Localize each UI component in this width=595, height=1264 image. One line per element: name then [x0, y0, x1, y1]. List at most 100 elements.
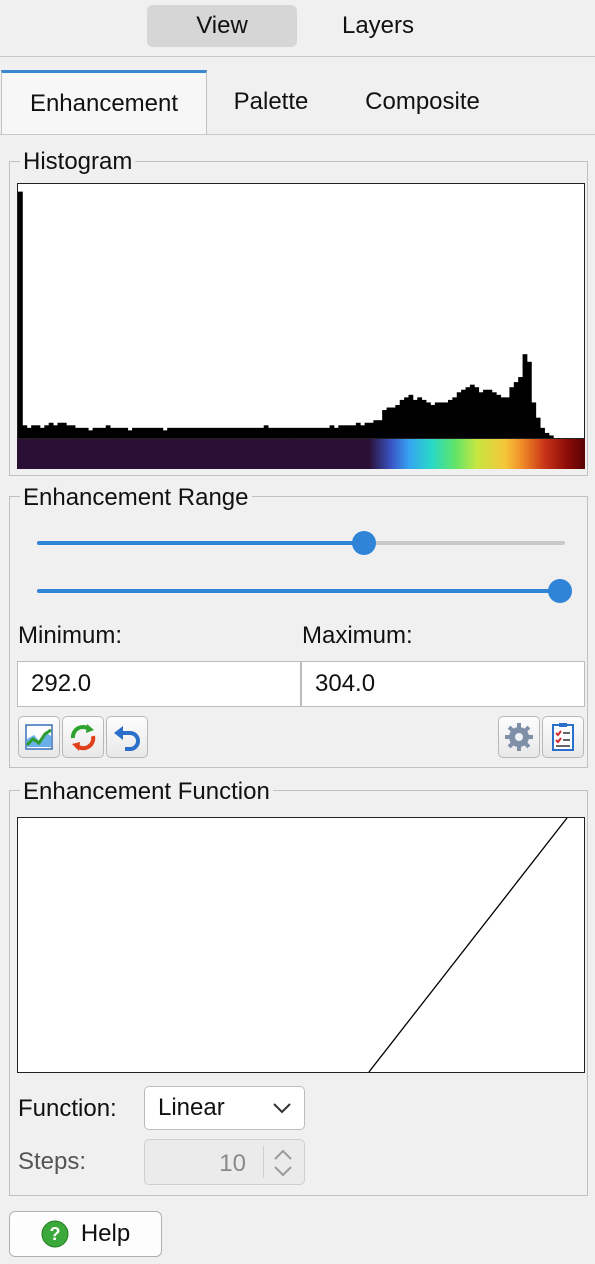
minimum-value: 292.0 [31, 670, 92, 697]
view-tab[interactable]: View [147, 5, 297, 47]
tab-composite[interactable]: Composite [340, 70, 505, 134]
histogram-bar [303, 427, 308, 438]
tab-palette[interactable]: Palette [212, 70, 330, 134]
histogram-bar [215, 427, 221, 438]
chart-button[interactable] [18, 716, 60, 758]
histogram-bar [237, 427, 243, 438]
histogram-bar [83, 427, 89, 438]
histogram-bar [395, 404, 401, 438]
histogram-bar [241, 427, 247, 438]
histogram-bar [298, 427, 304, 438]
histogram-bar [259, 427, 265, 438]
histogram-bar [254, 427, 260, 438]
minimum-slider[interactable] [37, 530, 565, 556]
histogram-bar [518, 377, 523, 438]
histogram-bar [276, 427, 282, 438]
undo-icon [114, 726, 140, 751]
histogram-bar [140, 427, 146, 438]
histogram-bar [219, 427, 225, 438]
function-select[interactable]: Linear [144, 1086, 305, 1130]
undo-button[interactable] [106, 716, 148, 758]
histogram-bar [88, 430, 93, 438]
histogram-bar [342, 425, 348, 438]
histogram-bar [474, 387, 480, 438]
histogram-bar [127, 430, 133, 438]
help-button[interactable]: ? Help [9, 1211, 162, 1257]
maximum-value: 304.0 [315, 670, 376, 697]
histogram-bar [412, 399, 418, 438]
histogram-bar [211, 427, 216, 438]
tab-palette-label: Palette [233, 88, 309, 115]
checklist-icon [552, 723, 574, 751]
help-icon: ? [41, 1220, 69, 1248]
histogram-bar [189, 427, 194, 438]
histogram-bar [360, 425, 366, 438]
histogram-bar [123, 427, 129, 438]
histogram-bar [35, 425, 41, 438]
histogram-bar [136, 427, 142, 438]
steps-value: 10 [219, 1150, 246, 1177]
histogram-bar [316, 427, 322, 438]
histogram-bar [373, 420, 379, 438]
histogram-bar [154, 427, 159, 438]
histogram-bar [26, 427, 32, 438]
histogram-chart [18, 191, 554, 438]
histogram-bar [320, 427, 326, 438]
histogram-bar [509, 387, 515, 438]
maximum-input[interactable]: 304.0 [301, 661, 585, 707]
histogram-bar [132, 427, 137, 438]
tab-enhancement[interactable]: Enhancement [1, 70, 207, 134]
settings-button[interactable] [498, 716, 540, 758]
histogram-bar [522, 354, 528, 438]
histogram-bar [390, 407, 396, 438]
refresh-button[interactable] [62, 716, 104, 758]
histogram-bar [531, 402, 537, 438]
histogram-bar [325, 427, 330, 438]
histogram-bar [39, 427, 45, 438]
layers-tab[interactable]: Layers [303, 5, 453, 47]
steps-label: Steps: [18, 1148, 87, 1175]
histogram-bar [535, 417, 541, 438]
tabs-divider [0, 134, 595, 135]
top-divider [0, 56, 595, 57]
histogram-bar [281, 427, 287, 438]
histogram-bar [452, 397, 458, 438]
minimum-input[interactable]: 292.0 [17, 661, 301, 707]
histogram-bar [263, 425, 269, 438]
function-chart [368, 818, 568, 1072]
histogram-bar [307, 427, 313, 438]
histogram-bar [202, 427, 208, 438]
histogram-bar [268, 427, 273, 438]
histogram-bar [496, 394, 502, 438]
maximum-slider-handle[interactable] [547, 579, 572, 603]
histogram-bar [329, 425, 335, 438]
checklist-button[interactable] [542, 716, 584, 758]
stepper-arrows-icon[interactable] [272, 1147, 294, 1179]
histogram-bar [426, 402, 431, 438]
steps-stepper[interactable]: 10 [144, 1139, 305, 1185]
histogram-bar [439, 402, 444, 438]
minimum-slider-handle[interactable] [352, 531, 377, 555]
histogram-bar [167, 427, 172, 438]
maximum-slider[interactable] [37, 578, 572, 604]
histogram-bar [399, 399, 405, 438]
histogram-bar [101, 427, 107, 438]
histogram-bar [461, 389, 466, 438]
histogram-bar [548, 435, 554, 438]
layers-tab-label: Layers [341, 12, 415, 39]
histogram-bar [491, 392, 497, 438]
histogram-bar [105, 425, 111, 438]
histogram-bar [149, 427, 155, 438]
histogram-bar [430, 404, 436, 438]
histogram-bar [158, 427, 164, 438]
histogram-bar [206, 427, 212, 438]
chevron-down-icon [273, 1103, 291, 1114]
histogram-bar [92, 427, 98, 438]
histogram-bar [224, 427, 230, 438]
histogram-bar [61, 422, 67, 438]
histogram-bar [417, 397, 423, 438]
histogram-bar [145, 427, 151, 438]
palette-colorbar [17, 439, 585, 469]
histogram-bar [197, 427, 203, 438]
histogram-bar [285, 427, 291, 438]
